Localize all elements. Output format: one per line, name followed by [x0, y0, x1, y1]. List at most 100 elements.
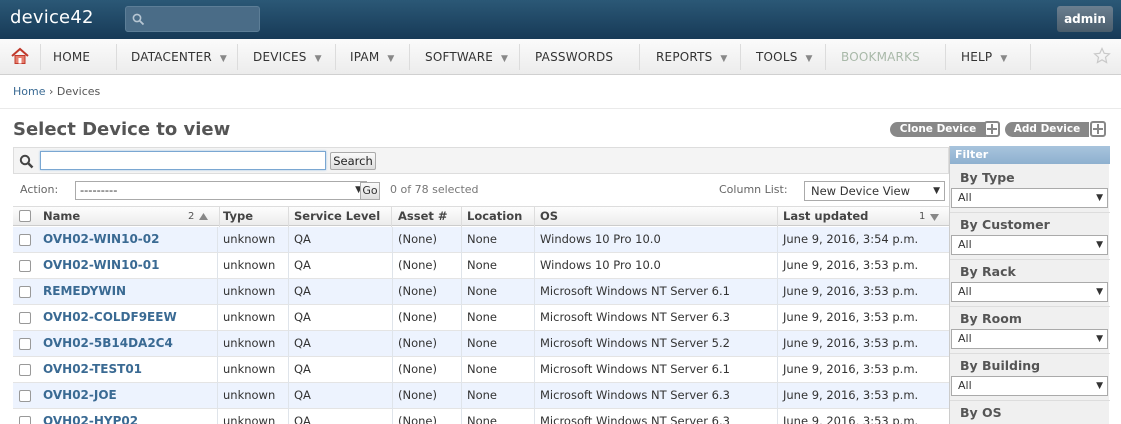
menu-bookmarks[interactable]: BOOKMARKS: [841, 39, 920, 75]
menu-software[interactable]: SOFTWARE ▼: [425, 39, 508, 75]
row-checkbox[interactable]: [19, 312, 31, 324]
chevron-down-icon: ▼: [1000, 54, 1008, 64]
filter-title: Filter: [950, 146, 1110, 164]
user-menu-button[interactable]: admin: [1057, 6, 1113, 32]
row-checkbox[interactable]: [19, 338, 31, 350]
sort-asc-icon[interactable]: [199, 213, 208, 220]
filter-label: By Type: [960, 170, 1015, 185]
menu-tools[interactable]: TOOLS ▼: [756, 39, 813, 75]
col-header-location[interactable]: Location: [461, 207, 535, 227]
column-list-select[interactable]: New Device View ▼: [804, 181, 945, 201]
cell-name[interactable]: OVH02-WIN10-01: [37, 253, 159, 279]
plus-icon[interactable]: [984, 121, 1000, 137]
cell-service-level: QA: [294, 310, 311, 324]
page-title: Select Device to view: [13, 119, 231, 140]
search-input[interactable]: [40, 151, 326, 170]
sort-priority: 2: [188, 211, 195, 222]
cell-last-updated: June 9, 2016, 3:53 p.m.: [783, 310, 919, 324]
action-label: Action:: [20, 183, 59, 196]
menu-divider: [409, 44, 410, 70]
divider: [0, 108, 1121, 109]
cell-location: None: [467, 284, 498, 298]
select-all-checkbox[interactable]: [19, 210, 31, 222]
cell-asset: (None): [398, 284, 437, 298]
clone-device-button[interactable]: Clone Device: [890, 122, 986, 137]
cell-asset: (None): [398, 258, 437, 272]
menu-divider: [825, 44, 826, 70]
search-button[interactable]: Search: [330, 152, 376, 170]
divider: [950, 212, 1110, 213]
app-logo[interactable]: device42: [10, 7, 94, 28]
row-checkbox[interactable]: [19, 364, 31, 376]
menu-help[interactable]: HELP ▼: [961, 39, 1007, 75]
cell-type: unknown: [223, 232, 276, 246]
global-search-input[interactable]: [125, 6, 260, 32]
cell-location: None: [467, 388, 498, 402]
main-menu: HOME DATACENTER ▼ DEVICES ▼ IPAM ▼ SOFTWARE…: [0, 39, 1121, 75]
home-menu-icon[interactable]: [0, 39, 40, 75]
breadcrumb-separator: ›: [48, 85, 54, 98]
cell-type: unknown: [223, 362, 276, 376]
cell-last-updated: June 9, 2016, 3:53 p.m.: [783, 362, 919, 376]
filter-select[interactable]: All ▼: [951, 282, 1108, 302]
cell-name[interactable]: OVH02-HYP02: [37, 409, 138, 424]
cell-location: None: [467, 310, 498, 324]
divider: [950, 306, 1110, 307]
column-list-label: Column List:: [719, 183, 788, 196]
table-row[interactable]: OVH02-HYP02 unknown QA (None) None Microsoft …: [13, 409, 949, 424]
action-select[interactable]: --------- ▼: [75, 181, 367, 200]
cell-service-level: QA: [294, 362, 311, 376]
chevron-down-icon: ▼: [501, 54, 509, 64]
menu-datacenter[interactable]: DATACENTER ▼: [131, 39, 227, 75]
row-checkbox[interactable]: [19, 390, 31, 402]
table-row[interactable]: OVH02-WIN10-01 unknown QA (None) None Windows…: [13, 253, 949, 279]
table-row[interactable]: OVH02-5B14DA2C4 unknown QA (None) None Micros…: [13, 331, 949, 357]
filter-label: By Customer: [960, 217, 1050, 232]
table-row[interactable]: OVH02-WIN10-02 unknown QA (None) None Windows…: [13, 227, 949, 253]
menu-home[interactable]: HOME: [53, 39, 90, 75]
table-row[interactable]: OVH02-COLDF9EEW unknown QA (None) None Micros…: [13, 305, 949, 331]
filter-select[interactable]: All ▼: [951, 188, 1108, 208]
star-icon[interactable]: [1093, 47, 1111, 65]
menu-reports[interactable]: REPORTS ▼: [656, 39, 728, 75]
cell-location: None: [467, 336, 498, 350]
row-checkbox[interactable]: [19, 260, 31, 272]
cell-last-updated: June 9, 2016, 3:53 p.m.: [783, 336, 919, 350]
cell-service-level: QA: [294, 232, 311, 246]
filter-select[interactable]: All ▼: [951, 376, 1108, 396]
menu-passwords[interactable]: PASSWORDS: [535, 39, 613, 75]
filter-select[interactable]: All ▼: [951, 235, 1108, 255]
cell-name[interactable]: OVH02-TEST01: [37, 357, 142, 383]
menu-divider: [519, 44, 520, 70]
breadcrumb-current: Devices: [56, 85, 101, 98]
row-checkbox[interactable]: [19, 416, 31, 424]
col-header-service-level[interactable]: Service Level: [288, 207, 392, 227]
col-header-type[interactable]: Type: [217, 207, 289, 227]
breadcrumb-home-link[interactable]: Home: [13, 85, 45, 98]
menu-ipam[interactable]: IPAM ▼: [350, 39, 395, 75]
plus-icon[interactable]: [1090, 121, 1106, 137]
menu-devices[interactable]: DEVICES ▼: [253, 39, 322, 75]
chevron-down-icon: ▼: [720, 54, 728, 64]
table-row[interactable]: OVH02-JOE unknown QA (None) None Microsoft Wi…: [13, 383, 949, 409]
cell-location: None: [467, 414, 498, 424]
row-checkbox[interactable]: [19, 234, 31, 246]
menu-divider: [40, 44, 41, 70]
cell-type: unknown: [223, 284, 276, 298]
cell-name[interactable]: REMEDYWIN: [37, 279, 126, 305]
col-header-os[interactable]: OS: [534, 207, 778, 227]
cell-name[interactable]: OVH02-COLDF9EEW: [37, 305, 177, 331]
cell-service-level: QA: [294, 336, 311, 350]
divider: [950, 353, 1110, 354]
row-checkbox[interactable]: [19, 286, 31, 298]
sort-desc-icon[interactable]: [930, 214, 939, 221]
table-row[interactable]: REMEDYWIN unknown QA (None) None Microsoft Wi…: [13, 279, 949, 305]
cell-name[interactable]: OVH02-WIN10-02: [37, 227, 159, 253]
go-button[interactable]: Go: [360, 182, 380, 200]
cell-name[interactable]: OVH02-5B14DA2C4: [37, 331, 173, 357]
add-device-button[interactable]: Add Device: [1005, 122, 1089, 137]
table-row[interactable]: OVH02-TEST01 unknown QA (None) None Microsoft…: [13, 357, 949, 383]
cell-name[interactable]: OVH02-JOE: [37, 383, 117, 409]
filter-select[interactable]: All ▼: [951, 329, 1108, 349]
col-header-asset[interactable]: Asset #: [392, 207, 462, 227]
